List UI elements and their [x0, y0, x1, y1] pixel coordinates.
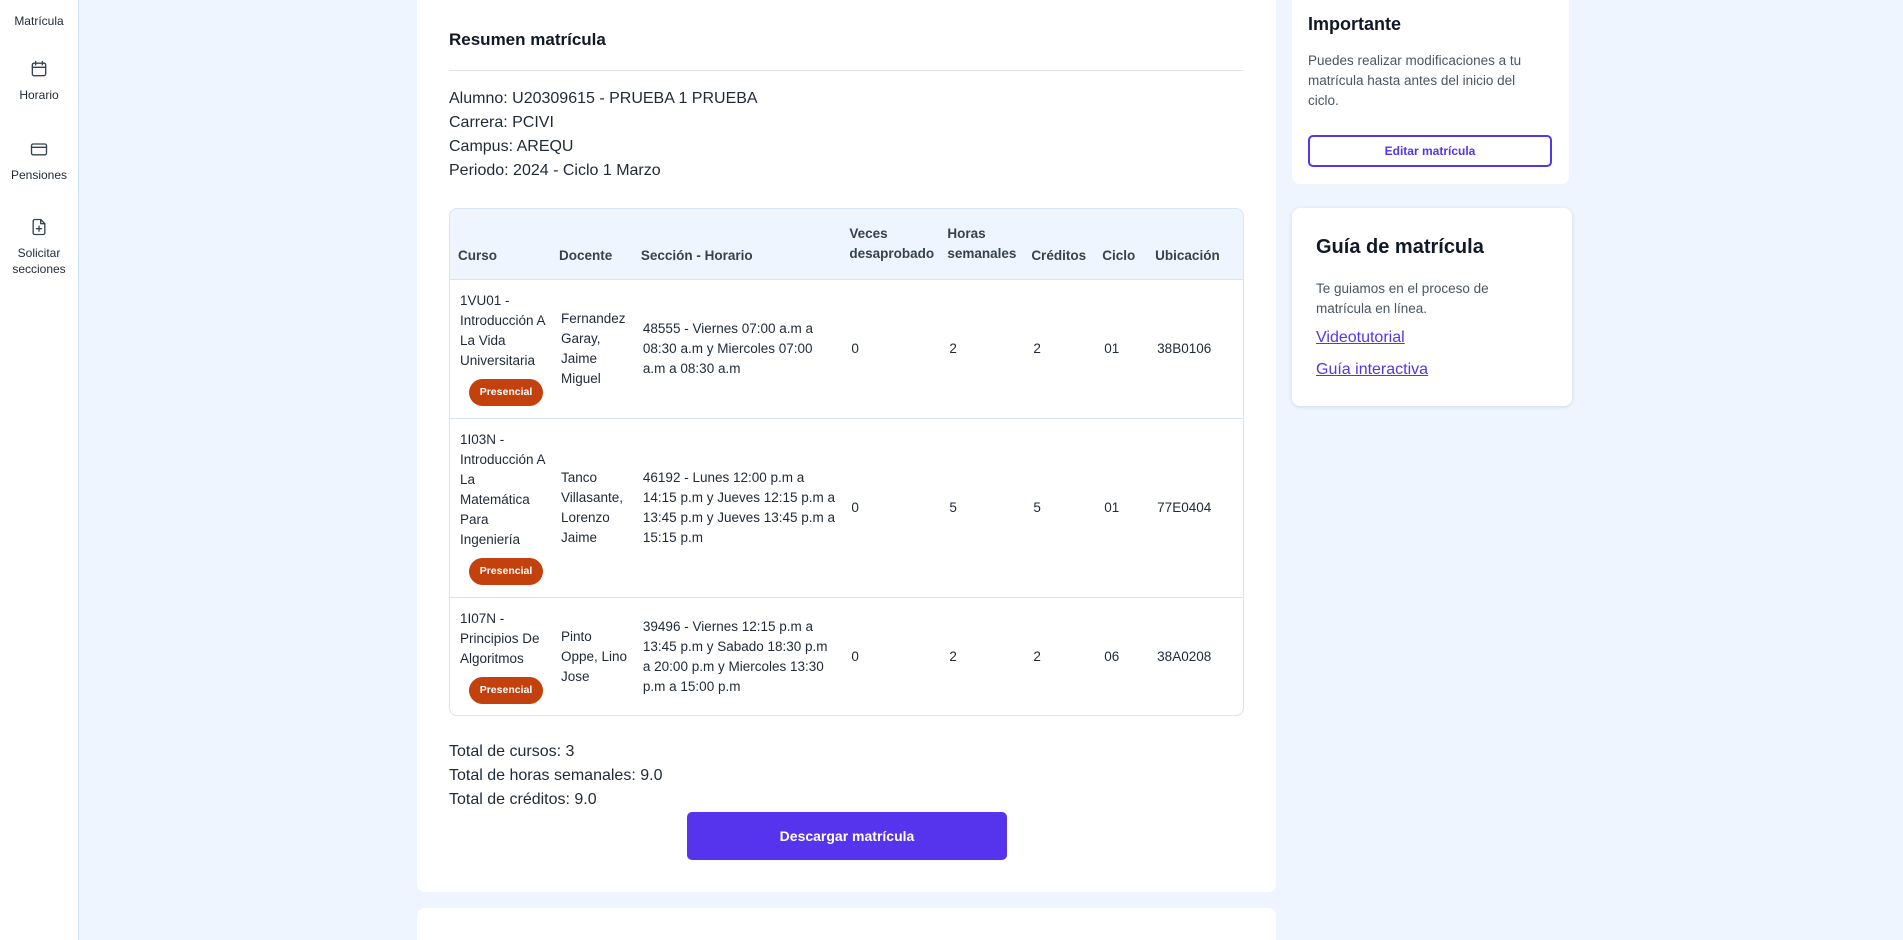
- modality-badge: Presencial: [469, 677, 543, 705]
- sidebar-item-label: Pensiones: [10, 168, 68, 182]
- section-schedule-cell: 48555 - Viernes 07:00 a.m a 08:30 a.m y …: [642, 320, 814, 376]
- sidebar-item-matricula[interactable]: Matrícula: [0, 13, 78, 29]
- course-cell: 1I07N - Principios De Algoritmos Presenc…: [450, 597, 551, 715]
- sidebar-item-solicitar-secciones[interactable]: Solicitar secciones: [0, 217, 78, 277]
- teacher-cell: Tanco Villasante, Lorenzo Jaime: [560, 469, 623, 545]
- campus-info: Campus: AREQU: [449, 138, 574, 155]
- important-title: Importante: [1308, 14, 1402, 34]
- section-schedule-cell: 46192 - Lunes 12:00 p.m a 14:15 p.m y Ju…: [642, 469, 836, 545]
- sidebar-item-pensiones[interactable]: Pensiones: [0, 139, 78, 183]
- important-text: Puedes realizar modificaciones a tu matr…: [1308, 53, 1522, 108]
- section-schedule-cell: 39496 - Viernes 12:15 p.m a 13:45 p.m y …: [642, 618, 828, 694]
- period-info: Periodo: 2024 - Ciclo 1 Marzo: [449, 162, 661, 179]
- calendar-icon: [31, 60, 47, 77]
- weekly-hours-cell: 5: [949, 499, 957, 515]
- course-name: 1I07N - Principios De Algoritmos: [460, 611, 540, 667]
- weekly-hours-cell: 2: [949, 340, 957, 356]
- cycle-cell: 01: [1104, 340, 1120, 356]
- course-cell: 1VU01 - Introducción A La Vida Universit…: [450, 279, 551, 418]
- location-cell: 38A0208: [1157, 648, 1212, 664]
- credits-cell: 2: [1033, 340, 1041, 356]
- failed-times-cell: 0: [851, 499, 859, 515]
- teacher-cell: Pinto Oppe, Lino Jose: [560, 628, 628, 684]
- file-plus-icon: [32, 218, 46, 236]
- failed-times-cell: 0: [851, 648, 859, 664]
- table-row: 1I03N - Introducción A La Matemática Par…: [450, 418, 1243, 597]
- video-tutorial-link[interactable]: Videotutorial: [1316, 329, 1405, 347]
- column-header: Créditos: [1031, 247, 1087, 263]
- enrollment-summary-card: Resumen matrícula Alumno: U20309615 - PR…: [417, 0, 1276, 892]
- download-enrollment-button[interactable]: Descargar matrícula: [687, 812, 1007, 860]
- modality-badge: Presencial: [469, 379, 543, 406]
- weekly-hours-cell: 2: [949, 648, 957, 664]
- sidebar-item-label: Solicitar secciones: [12, 246, 66, 276]
- interactive-guide-link[interactable]: Guía interactiva: [1316, 361, 1428, 379]
- course-name: 1VU01 - Introducción A La Vida Universit…: [460, 293, 545, 368]
- sidebar-item-horario[interactable]: Horario: [0, 59, 78, 103]
- column-header: Docente: [558, 247, 613, 263]
- table-row: 1I07N - Principios De Algoritmos Presenc…: [450, 597, 1243, 715]
- courses-table: Curso Docente Sección - Horario Veces de…: [449, 208, 1244, 716]
- credit-card-icon: [30, 143, 48, 156]
- column-header: Veces desaprobado: [849, 225, 935, 261]
- sidebar-item-label: Horario: [19, 88, 59, 102]
- important-card: Importante Puedes realizar modificacione…: [1292, 0, 1569, 184]
- column-header: Ciclo: [1102, 247, 1136, 263]
- table-header-row: Curso Docente Sección - Horario Veces de…: [450, 209, 1243, 279]
- column-header: Curso: [458, 247, 498, 263]
- guide-text: Te guiamos en el proceso de matrícula en…: [1316, 281, 1489, 316]
- page-title: Resumen matrícula: [449, 30, 606, 49]
- credits-cell: 2: [1033, 648, 1041, 664]
- column-header: Horas semanales: [947, 225, 1017, 261]
- column-header: Sección - Horario: [640, 247, 753, 263]
- sidebar: Matrícula Horario Pensiones Solicitar se…: [0, 0, 79, 940]
- career-info: Carrera: PCIVI: [449, 114, 554, 131]
- column-header: Ubicación: [1155, 247, 1220, 263]
- secondary-card: [417, 908, 1276, 940]
- enrollment-guide-card: Guía de matrícula Te guiamos en el proce…: [1292, 208, 1572, 406]
- modality-badge: Presencial: [469, 558, 543, 585]
- total-courses: Total de cursos: 3: [449, 743, 575, 760]
- divider: [449, 70, 1243, 71]
- course-name: 1I03N - Introducción A La Matemática Par…: [460, 432, 545, 547]
- failed-times-cell: 0: [851, 340, 859, 356]
- total-credits: Total de créditos: 9.0: [449, 791, 597, 808]
- cycle-cell: 06: [1104, 648, 1120, 664]
- total-weekly-hours: Total de horas semanales: 9.0: [449, 767, 663, 784]
- guide-title: Guía de matrícula: [1316, 236, 1484, 258]
- course-cell: 1I03N - Introducción A La Matemática Par…: [450, 418, 551, 597]
- student-info: Alumno: U20309615 - PRUEBA 1 PRUEBA: [449, 90, 758, 107]
- edit-enrollment-button[interactable]: Editar matrícula: [1308, 135, 1552, 167]
- location-cell: 77E0404: [1157, 499, 1212, 515]
- table-row: 1VU01 - Introducción A La Vida Universit…: [450, 279, 1243, 418]
- cycle-cell: 01: [1104, 499, 1120, 515]
- teacher-cell: Fernandez Garay, Jaime Miguel: [560, 310, 626, 386]
- location-cell: 38B0106: [1157, 340, 1212, 356]
- credits-cell: 5: [1033, 499, 1041, 515]
- sidebar-item-label: Matrícula: [14, 14, 64, 28]
